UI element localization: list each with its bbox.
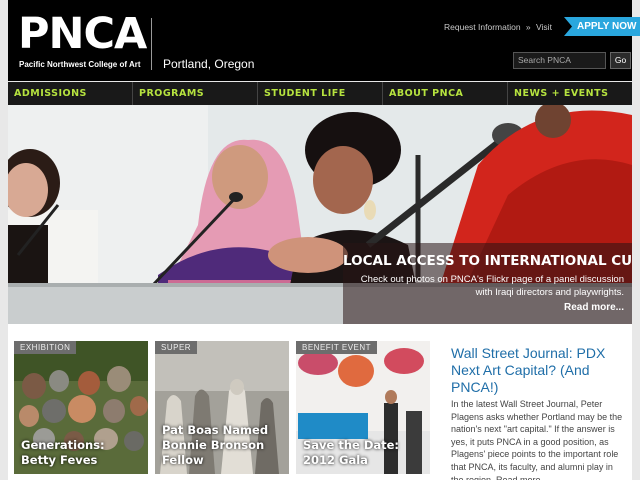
request-information-link[interactable]: Request Information bbox=[444, 22, 521, 32]
logo-subtitle: Pacific Northwest College of Art bbox=[19, 60, 141, 69]
tile-tag: BENEFIT EVENT bbox=[296, 341, 378, 354]
article-body: In the latest Wall Street Journal, Peter… bbox=[451, 399, 623, 480]
hero-caption: LOCAL ACCESS TO INTERNATIONAL CULTURE Ch… bbox=[343, 243, 632, 324]
tile-exhibition[interactable]: EXHIBITION Generations: Betty Feves bbox=[14, 341, 148, 474]
hero-read-more-link[interactable]: Read more... bbox=[343, 302, 624, 313]
tile-tag: SUPER bbox=[155, 341, 198, 354]
tile-title[interactable]: Save the Date: 2012 Gala bbox=[303, 438, 425, 468]
article-title-link[interactable]: Wall Street Journal: PDX Next Art Capita… bbox=[451, 345, 623, 396]
nav-student-life[interactable]: STUDENT LIFE bbox=[258, 82, 383, 105]
nav-admissions[interactable]: ADMISSIONS bbox=[8, 82, 133, 105]
nav-programs[interactable]: PROGRAMS bbox=[133, 82, 258, 105]
main-navigation: ADMISSIONS PROGRAMS STUDENT LIFE ABOUT P… bbox=[8, 82, 632, 105]
link-separator: » bbox=[525, 22, 531, 32]
utility-links: Request Information » Visit bbox=[444, 22, 555, 32]
tile-title[interactable]: Pat Boas Named Bonnie Bronson Fellow bbox=[162, 423, 284, 468]
logo[interactable]: PNCA bbox=[18, 12, 147, 56]
page: PNCA Pacific Northwest College of Art Po… bbox=[0, 0, 640, 480]
apply-now-button[interactable]: APPLY NOW bbox=[564, 17, 640, 36]
logo-divider bbox=[151, 18, 152, 70]
nav-news-events[interactable]: NEWS + EVENTS bbox=[508, 82, 632, 105]
location-label: Portland, Oregon bbox=[163, 57, 255, 71]
tile-title[interactable]: Generations: Betty Feves bbox=[21, 438, 143, 468]
nav-about-pnca[interactable]: ABOUT PNCA bbox=[383, 82, 508, 105]
tile-tag: EXHIBITION bbox=[14, 341, 77, 354]
site-header: PNCA Pacific Northwest College of Art Po… bbox=[8, 0, 640, 81]
tile-super[interactable]: SUPER Pat Boas Named Bonnie Bronson Fell… bbox=[155, 341, 289, 474]
search-go-button[interactable]: Go bbox=[610, 52, 631, 69]
hero-description: Check out photos on PNCA's Flickr page o… bbox=[360, 274, 624, 298]
tile-benefit-event[interactable]: BENEFIT EVENT Save the Date: 2012 Gala bbox=[296, 341, 430, 474]
visit-link[interactable]: Visit bbox=[536, 22, 552, 32]
content-area: EXHIBITION Generations: Betty Feves SUPE… bbox=[8, 324, 632, 480]
hero-banner[interactable]: LOCAL ACCESS TO INTERNATIONAL CULTURE Ch… bbox=[8, 105, 632, 324]
hero-title[interactable]: LOCAL ACCESS TO INTERNATIONAL CULTURE bbox=[343, 253, 632, 269]
search-input[interactable]: Search PNCA bbox=[513, 52, 606, 69]
